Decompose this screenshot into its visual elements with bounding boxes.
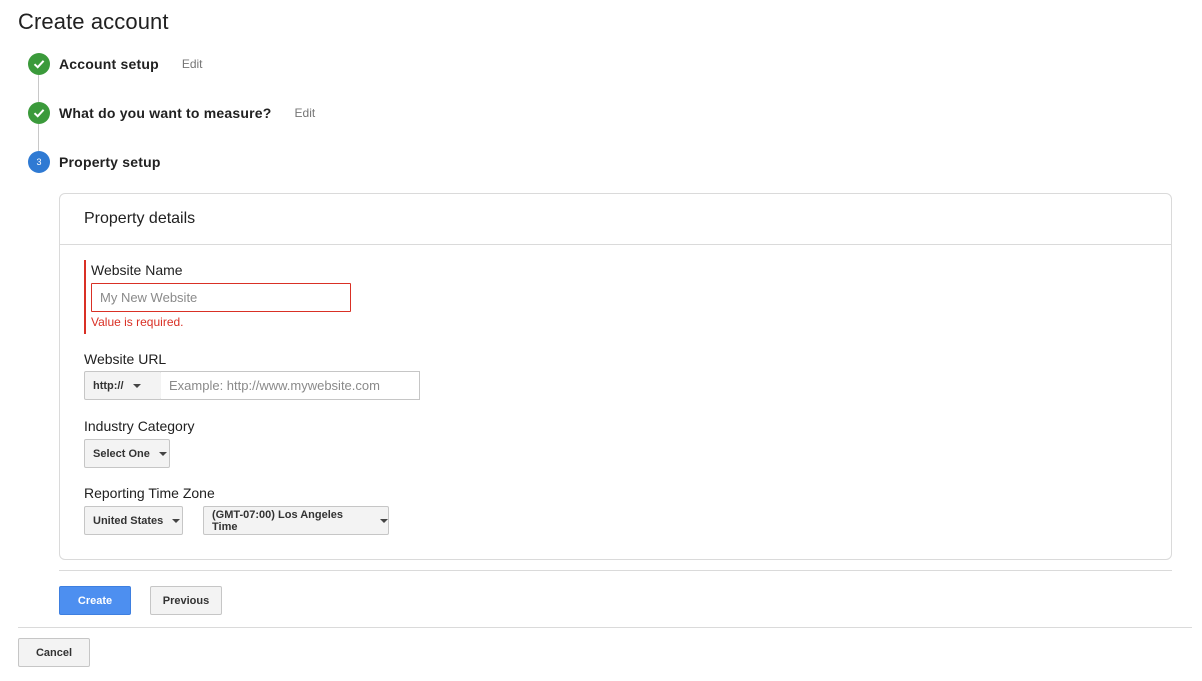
page-title: Create account: [18, 9, 169, 34]
website-name-label: Website Name: [91, 262, 183, 278]
check-icon: [28, 53, 50, 75]
step-label: Property setup: [59, 154, 161, 170]
reporting-time-zone-label: Reporting Time Zone: [84, 485, 215, 501]
industry-selected: Select One: [93, 447, 150, 460]
website-name-error: Value is required.: [91, 315, 184, 329]
create-button[interactable]: Create: [59, 586, 131, 615]
time-zone-selected: (GMT-07:00) Los Angeles Time: [212, 508, 344, 533]
cancel-button[interactable]: Cancel: [18, 638, 90, 667]
step-measure: What do you want to measure? Edit: [28, 102, 315, 124]
caret-down-icon: [172, 518, 181, 523]
card-title: Property details: [84, 210, 196, 227]
step-label: What do you want to measure?: [59, 105, 272, 121]
check-icon: [28, 102, 50, 124]
step-property-setup: 3 Property setup: [28, 151, 161, 173]
edit-measure-link[interactable]: Edit: [295, 106, 316, 120]
step-account-setup: Account setup Edit: [28, 53, 203, 75]
error-indicator: [84, 260, 86, 334]
caret-down-icon: [132, 383, 141, 388]
step-connector: [38, 124, 39, 151]
country-dropdown[interactable]: United States: [84, 506, 183, 535]
step-label: Account setup: [59, 56, 159, 72]
protocol-dropdown[interactable]: http://: [84, 371, 162, 400]
website-url-input[interactable]: [161, 371, 420, 400]
step-connector: [38, 75, 39, 102]
actions-divider: [59, 570, 1172, 571]
industry-category-dropdown[interactable]: Select One: [84, 439, 170, 468]
property-details-card: Property details Website Name Value is r…: [59, 193, 1172, 560]
previous-button[interactable]: Previous: [150, 586, 222, 615]
protocol-value: http://: [93, 379, 124, 392]
time-zone-dropdown[interactable]: (GMT-07:00) Los Angeles Time: [203, 506, 389, 535]
website-name-input[interactable]: [91, 283, 351, 312]
website-url-label: Website URL: [84, 351, 167, 367]
footer-divider: [18, 627, 1192, 628]
caret-down-icon: [158, 451, 167, 456]
caret-down-icon: [380, 518, 388, 523]
country-selected: United States: [93, 514, 164, 527]
step-number-badge: 3: [28, 151, 50, 173]
industry-category-label: Industry Category: [84, 418, 195, 434]
edit-account-setup-link[interactable]: Edit: [182, 57, 203, 71]
card-header: Property details: [60, 194, 1171, 245]
